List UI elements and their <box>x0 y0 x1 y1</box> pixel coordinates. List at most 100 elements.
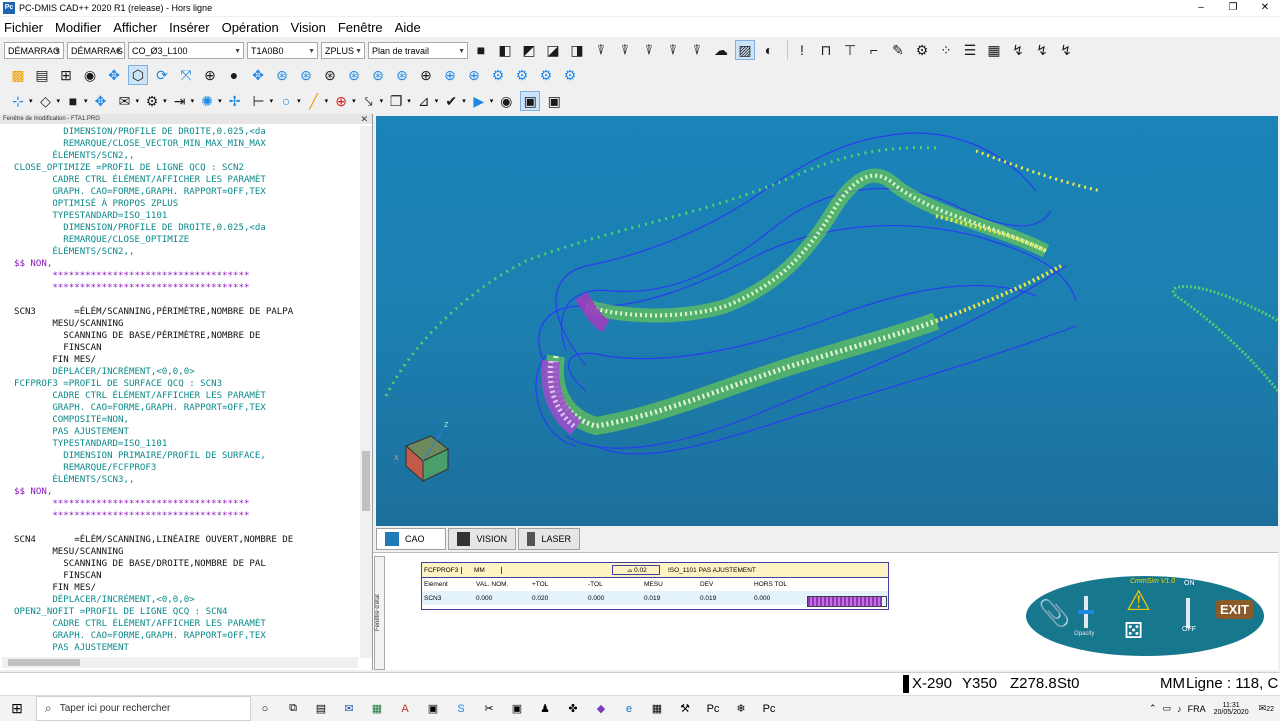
code-line[interactable]: OPEN2_NOFIT =PROFIL DE LIGNE QCQ : SCN4 <box>14 606 360 618</box>
screenshot-icon[interactable]: ◉ <box>496 91 516 111</box>
colors-icon[interactable]: ▩ <box>8 65 28 85</box>
move-all-icon[interactable]: ✥ <box>91 91 111 111</box>
alignment-combo[interactable]: DÉMARRAG ▼ <box>67 41 125 59</box>
taskbar-search[interactable]: ⌕ Taper ici pour rechercher <box>36 696 251 721</box>
code-line[interactable]: GRAPH. CAO=FORME,GRAPH. RAPPORT=OFF,TEX <box>14 186 360 198</box>
cortana-icon[interactable]: ○ <box>253 699 277 719</box>
code-line[interactable]: $$ NON, <box>14 258 360 270</box>
probe-view3-icon[interactable]: ⍒ <box>639 40 659 60</box>
code-line[interactable]: CADRE CTRL ÉLÉMENT/AFFICHER LES PARAMÈT <box>14 174 360 186</box>
code-line[interactable]: FINSCAN <box>14 570 360 582</box>
graph3-icon[interactable]: ↯ <box>1056 40 1076 60</box>
code-line[interactable]: SCANNING DE BASE/DROITE,NOMBRE DE PAL <box>14 558 360 570</box>
code-line[interactable]: DIMENSION/PROFILE DE DROITE,0.025,<da <box>14 126 360 138</box>
code-line[interactable] <box>14 522 360 534</box>
code-line[interactable]: PAS AJUSTEMENT <box>14 426 360 438</box>
network-icon[interactable]: ▭ <box>1163 703 1172 714</box>
acrobat-icon[interactable]: A <box>393 699 417 719</box>
menu-modifier[interactable]: Modifier <box>55 20 101 35</box>
edit-part-icon[interactable]: ✎ <box>888 40 908 60</box>
vertical-scrollbar[interactable] <box>360 126 372 658</box>
taskbar-app5-icon[interactable]: ♟ <box>533 699 557 719</box>
section-icon[interactable]: ▨ <box>735 40 755 60</box>
menu-afficher[interactable]: Afficher <box>113 20 157 35</box>
code-line[interactable]: ÉLÉMENTS/SCN2,, <box>14 150 360 162</box>
code-line[interactable]: MESU/SCANNING <box>14 546 360 558</box>
code-line[interactable]: CADRE CTRL ÉLÉMENT/AFFICHER LES PARAMÈT <box>14 618 360 630</box>
tab-cao[interactable]: CAO <box>376 528 446 550</box>
probe-mode-icon[interactable]: ⊹ <box>8 91 28 111</box>
fixture1-icon[interactable]: ⊓ <box>816 40 836 60</box>
constructed-feature-icon[interactable]: ✺ <box>197 91 217 111</box>
dice-icon[interactable]: ⚄ <box>1124 618 1143 644</box>
excel-icon[interactable]: ▦ <box>365 699 389 719</box>
play-icon[interactable]: ▶ <box>469 91 489 111</box>
code-line[interactable]: ************************************ <box>14 270 360 282</box>
move1-icon[interactable]: ✥ <box>248 65 268 85</box>
code-line[interactable]: REMARQUE/FCFPROF3 <box>14 462 360 474</box>
probe-view1-icon[interactable]: ⍒ <box>591 40 611 60</box>
calculator-icon[interactable]: ▦ <box>645 699 669 719</box>
outlook-icon[interactable]: ✉ <box>337 699 361 719</box>
layers-icon[interactable]: ▤ <box>32 65 52 85</box>
probe-combo[interactable]: CO_Ø3_L100 ▼ <box>128 41 244 59</box>
code-line[interactable]: ÉLÉMENTS/SCN3,, <box>14 474 360 486</box>
fixture3-icon[interactable]: ⌐ <box>864 40 884 60</box>
report-icon[interactable]: ☰ <box>960 40 980 60</box>
edge-icon[interactable]: e <box>617 699 641 719</box>
pcdmis2-icon[interactable]: Pc <box>757 699 781 719</box>
dimension-icon[interactable]: ⊿ <box>414 91 434 111</box>
code-line[interactable]: REMARQUE/CLOSE_OPTIMIZE <box>14 234 360 246</box>
tab-vision[interactable]: VISION <box>448 528 516 550</box>
code-line[interactable]: FIN MES/ <box>14 582 360 594</box>
move3-icon[interactable]: ⊛ <box>296 65 316 85</box>
taskbar-app6-icon[interactable]: ✤ <box>561 699 585 719</box>
copy-icon[interactable]: ❐ <box>386 91 406 111</box>
program-code[interactable]: DIMENSION/PROFILE DE DROITE,0.025,<da RE… <box>14 126 360 658</box>
line-icon[interactable]: ╱ <box>304 91 324 111</box>
view-mode1-icon[interactable]: ▣ <box>520 91 541 111</box>
notification-icon[interactable]: ✉22 <box>1259 703 1274 714</box>
code-line[interactable] <box>14 294 360 306</box>
minimize-button[interactable]: – <box>1186 0 1216 16</box>
graph2-icon[interactable]: ↯ <box>1032 40 1052 60</box>
taskbar-app2-icon[interactable]: ▣ <box>421 699 445 719</box>
code-line[interactable]: MESU/SCANNING <box>14 318 360 330</box>
tip-combo[interactable]: T1A0B0 ▼ <box>247 41 318 59</box>
probe-view4-icon[interactable]: ⍒ <box>663 40 683 60</box>
code-line[interactable]: REMARQUE/CLOSE_VECTOR_MIN_MAX_MIN_MAX <box>14 138 360 150</box>
table-icon[interactable]: ▦ <box>984 40 1004 60</box>
code-line[interactable]: SCN4 =ÉLÉM/SCANNING,LINÉAIRE OUVERT,NOMB… <box>14 534 360 546</box>
view-combo[interactable]: ZPLUS ▼ <box>321 41 365 59</box>
solid-icon[interactable]: ■ <box>63 91 83 111</box>
move6-icon[interactable]: ⊛ <box>368 65 388 85</box>
code-line[interactable]: DIMENSION/PROFILE DE DROITE,0.025,<da <box>14 222 360 234</box>
move2-icon[interactable]: ⊛ <box>272 65 292 85</box>
workplane-combo[interactable]: Plan de travail ▼ <box>368 41 468 59</box>
code-line[interactable]: TYPESTANDARD=ISO_1101 <box>14 438 360 450</box>
code-line[interactable]: ÉLÉMENTS/SCN2,, <box>14 246 360 258</box>
wireframe-icon[interactable]: ◇ <box>36 91 56 111</box>
move9-icon[interactable]: ⊕ <box>440 65 460 85</box>
probe-settings4-icon[interactable]: ⚙ <box>560 65 580 85</box>
menu-inserer[interactable]: Insérer <box>169 20 209 35</box>
view-mode2-icon[interactable]: ▣ <box>544 91 564 111</box>
taskbar-app1-icon[interactable]: ▤ <box>309 699 333 719</box>
refresh-view-icon[interactable]: ⟳ <box>152 65 172 85</box>
code-line[interactable]: DÉPLACER/INCRÉMENT,<0,0,0> <box>14 594 360 606</box>
scan-icon[interactable]: ✢ <box>225 91 245 111</box>
translate-icon[interactable]: ⊕ <box>200 65 220 85</box>
taskbar-app3-icon[interactable]: ✂ <box>477 699 501 719</box>
fixture2-icon[interactable]: ⊤ <box>840 40 860 60</box>
exit-button[interactable]: EXIT <box>1216 600 1253 619</box>
fit-icon[interactable]: ⤧ <box>176 65 196 85</box>
code-line[interactable]: PAS AJUSTEMENT <box>14 642 360 654</box>
pan-icon[interactable]: ✥ <box>104 65 124 85</box>
code-line[interactable]: $$ NON, <box>14 486 360 498</box>
probe-mode-combo[interactable]: DÉMARRAG ▼ <box>4 41 64 59</box>
code-line[interactable]: FCFPROF3 =PROFIL DE SURFACE QCQ : SCN3 <box>14 378 360 390</box>
tab-laser[interactable]: LASER <box>518 528 580 550</box>
move8-icon[interactable]: ⊕ <box>416 65 436 85</box>
probe-settings3-icon[interactable]: ⚙ <box>536 65 556 85</box>
start-icon[interactable]: ⊞ <box>2 699 32 719</box>
